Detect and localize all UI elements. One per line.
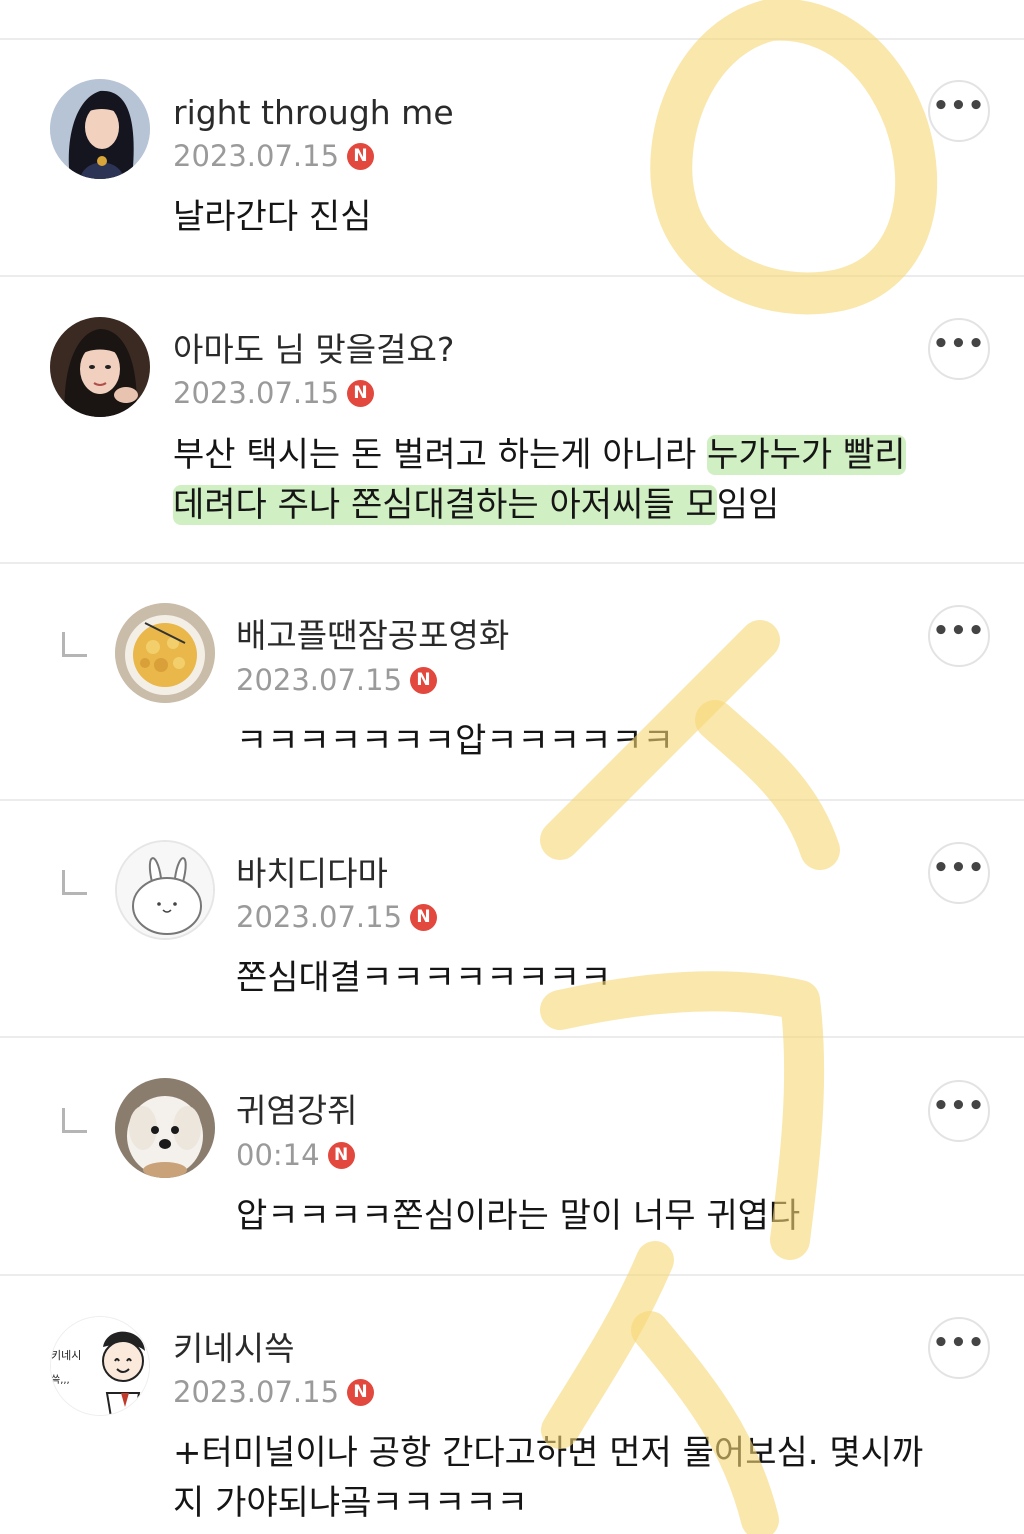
avatar-caption: 키네시 — [51, 1349, 81, 1362]
comment-meta: 2023.07.15 N — [173, 1374, 375, 1410]
comment-item: 키네시 쓱,,, 키네시쓱 2023.07.15 N +터미널이나 공항 간다고… — [0, 0, 1024, 1534]
comment-date: 2023.07.15 — [173, 1375, 340, 1409]
comment-text-line: 지 가야되냐곸ㅋㅋㅋㅋㅋ — [173, 1483, 528, 1523]
comment-author[interactable]: 키네시쓱 — [173, 1329, 294, 1369]
comment-text-line: +터미널이나 공항 간다고하면 먼저 물어보심. 몇시까 — [173, 1433, 924, 1473]
avatar-caption: 쓱,,, — [51, 1374, 70, 1386]
more-options-button[interactable]: ••• — [928, 1317, 990, 1379]
more-icon: ••• — [932, 1328, 986, 1358]
avatar[interactable]: 키네시 쓱,,, — [50, 1316, 150, 1416]
new-badge: N — [347, 1378, 375, 1406]
